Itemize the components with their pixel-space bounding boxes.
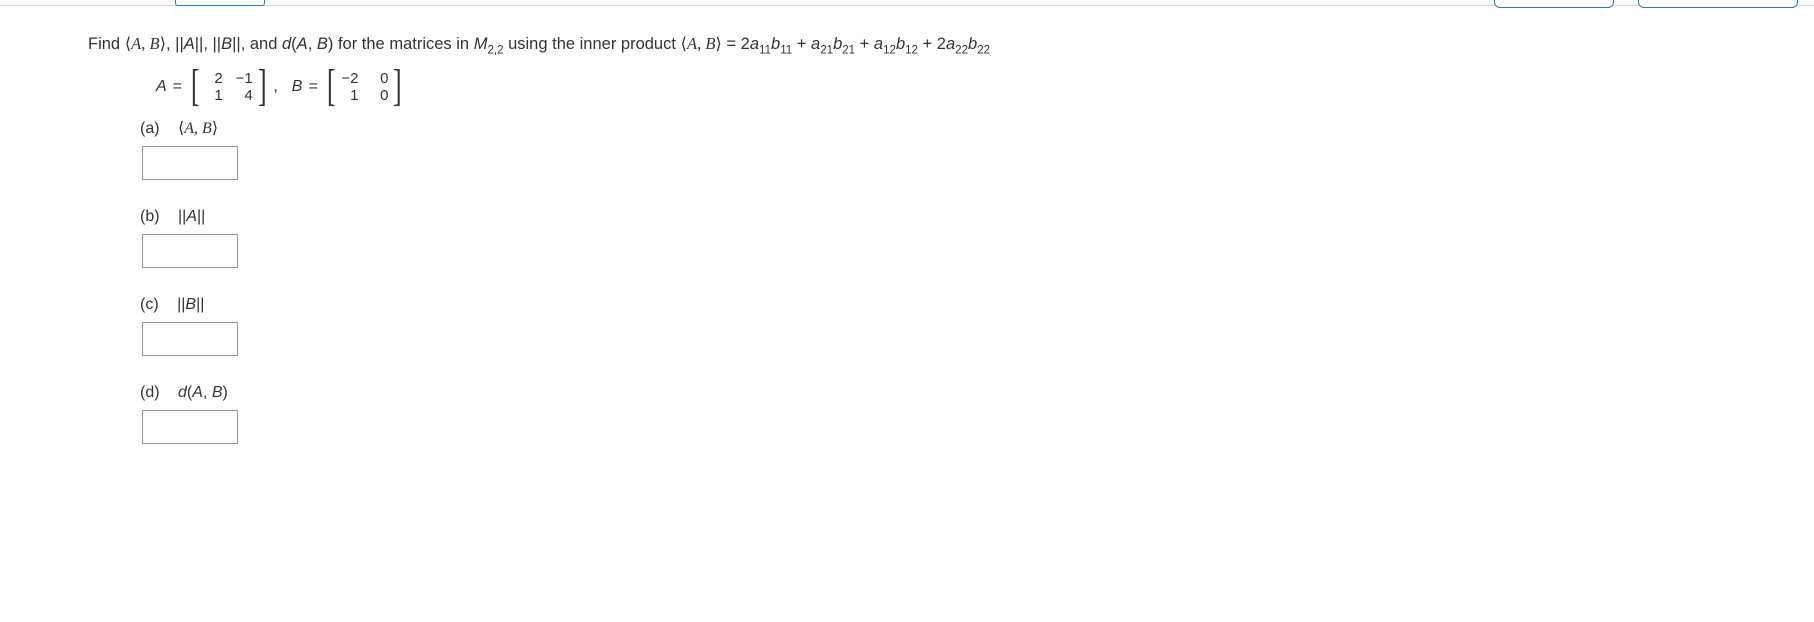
top-input-right-2[interactable] — [1638, 0, 1798, 8]
sep: , — [203, 35, 212, 53]
matrix-B-22: 0 — [370, 87, 388, 104]
part-letter: (c) — [140, 296, 159, 313]
comma: , — [273, 78, 277, 96]
term4: 2a22b22 — [937, 35, 990, 53]
matrix-A-21: 1 — [205, 87, 223, 104]
term1: 2a11b11 — [741, 35, 793, 53]
space-sub: 2,2 — [487, 44, 503, 56]
part-d-expr: d(A, B) — [178, 384, 228, 401]
part-letter: (b) — [140, 208, 160, 225]
question-prompt: Find ⟨A, B⟩, ||A||, ||B||, and d(A, B) f… — [88, 32, 1814, 60]
sep: , — [166, 35, 175, 53]
matrix-B-12: 0 — [370, 70, 388, 87]
matrix-A-22: 4 — [235, 87, 253, 104]
term2: a21b21 — [811, 35, 855, 53]
norm-B: ||B|| — [213, 35, 241, 53]
part-c: (c) ||B|| — [88, 296, 1814, 356]
matrix-B-11: −2 — [340, 70, 358, 87]
part-letter: (d) — [140, 384, 160, 401]
prompt-mid: for the matrices in — [333, 35, 473, 53]
matrix-B: −2 0 1 0 — [340, 70, 388, 104]
distance-AB: d(A, B) — [282, 35, 333, 53]
matrix-B-21: 1 — [340, 87, 358, 104]
part-a-expr: ⟨A, B⟩ — [178, 120, 218, 137]
plus: + — [855, 35, 874, 53]
part-d-label: (d) d(A, B) — [140, 384, 1814, 402]
bracket-close-icon: ] — [258, 71, 267, 102]
term3: a12b12 — [874, 35, 918, 53]
eq: = — [308, 78, 317, 96]
part-b-expr: ||A|| — [178, 208, 205, 225]
answer-input-a[interactable] — [142, 146, 238, 180]
eq: = — [173, 78, 182, 96]
part-a-label: (a) ⟨A, B⟩ — [140, 118, 1814, 138]
space-M: M — [474, 35, 488, 53]
question-content: Find ⟨A, B⟩, ||A||, ||B||, and d(A, B) f… — [0, 14, 1814, 444]
inner-product-AB-2: ⟨A, B⟩ — [681, 34, 722, 53]
top-border — [0, 0, 1814, 6]
bracket-open-icon: [ — [191, 71, 200, 102]
part-b-label: (b) ||A|| — [140, 208, 1814, 226]
matrix-A: 2 −1 1 4 — [205, 70, 253, 104]
answer-input-b[interactable] — [142, 234, 238, 268]
part-letter: (a) — [140, 120, 160, 137]
top-input-left[interactable] — [175, 0, 265, 6]
bracket-close-icon: ] — [393, 71, 402, 102]
inner-product-AB: ⟨A, B⟩ — [125, 34, 166, 53]
plus: + — [792, 35, 811, 53]
matrix-A-12: −1 — [235, 70, 253, 87]
part-c-expr: ||B|| — [177, 296, 204, 313]
top-input-right-1[interactable] — [1494, 0, 1614, 8]
eq: = — [722, 35, 741, 53]
prompt-using: using the inner product — [504, 35, 681, 53]
matrices-row: A = [ 2 −1 1 4 ] , B = [ −2 0 1 0 ] — [88, 70, 1814, 104]
matrix-A-11: 2 — [205, 70, 223, 87]
part-b: (b) ||A|| — [88, 208, 1814, 268]
answer-input-d[interactable] — [142, 410, 238, 444]
part-d: (d) d(A, B) — [88, 384, 1814, 444]
part-a: (a) ⟨A, B⟩ — [88, 118, 1814, 180]
part-c-label: (c) ||B|| — [140, 296, 1814, 314]
sep: , and — [241, 35, 282, 53]
bracket-open-icon: [ — [327, 71, 336, 102]
matrix-B-label: B — [292, 78, 303, 96]
prompt-pre: Find — [88, 35, 125, 53]
answer-input-c[interactable] — [142, 322, 238, 356]
norm-A: ||A|| — [175, 35, 203, 53]
matrix-A-label: A — [156, 78, 167, 96]
plus: + — [918, 35, 937, 53]
